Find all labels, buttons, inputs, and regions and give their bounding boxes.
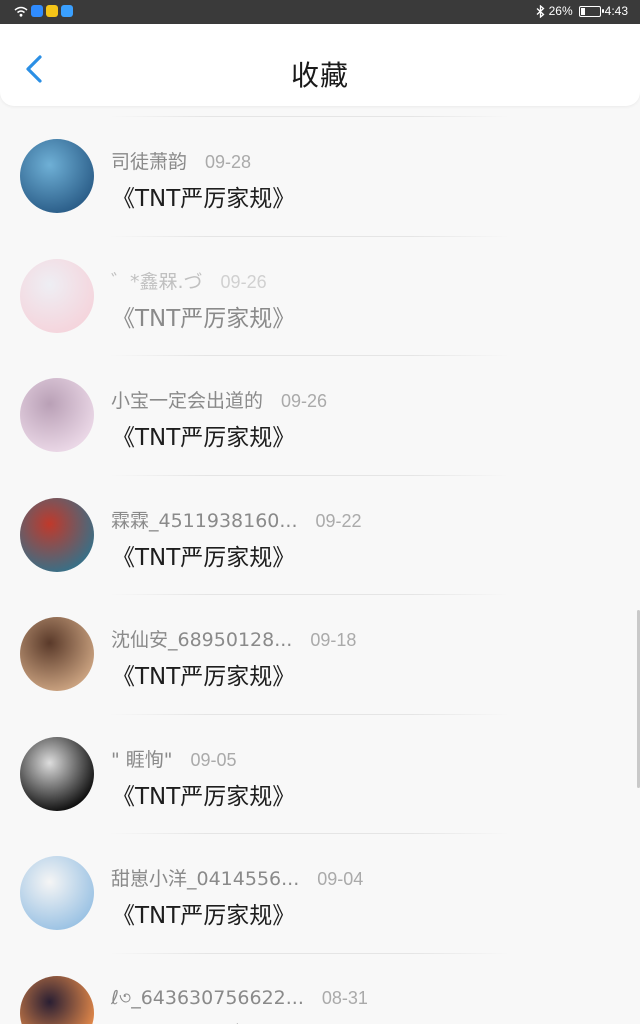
- user-name[interactable]: 甜崽小洋_0414556...: [111, 864, 299, 891]
- favorites-list: 司徒萧韵 09-28 《TNT严厉家规》 ゛*鑫槑.づ 09-26 《TNT严厉家规》 小宝…: [0, 116, 640, 1024]
- favorite-list-item[interactable]: 小宝一定会出道的 09-26 《TNT严厉家规》: [0, 356, 640, 475]
- bluetooth-icon: [536, 4, 545, 18]
- clock: 4:43: [604, 4, 628, 18]
- user-name[interactable]: 小宝一定会出道的: [111, 386, 263, 413]
- avatar[interactable]: [20, 497, 94, 572]
- avatar[interactable]: [20, 736, 94, 811]
- favorite-list-item[interactable]: 司徒萧韵 09-28 《TNT严厉家规》: [0, 117, 640, 236]
- book-title[interactable]: 《TNT严厉家规》: [112, 418, 295, 452]
- favorite-date: 09-26: [281, 391, 328, 411]
- book-title[interactable]: 《TNT严厉家规》: [112, 299, 295, 333]
- avatar[interactable]: [20, 856, 94, 930]
- item-meta: ℓ৩_643630756622... 08-31: [111, 984, 368, 1016]
- book-title[interactable]: 《TNT严厉家规》: [112, 1016, 295, 1024]
- status-bar: 26% 4:43: [0, 0, 640, 24]
- app-notification-icon: [31, 5, 43, 17]
- battery-icon: [578, 5, 604, 17]
- favorite-list-item[interactable]: ゛*鑫槑.づ 09-26 《TNT严厉家规》: [0, 237, 640, 356]
- favorite-list-item[interactable]: 甜崽小洋_0414556... 09-04 《TNT严厉家规》: [0, 834, 640, 953]
- favorite-list-item[interactable]: ℓ৩_643630756622... 08-31 《TNT严厉家规》: [0, 954, 640, 1024]
- page-title: 收藏: [290, 59, 349, 92]
- avatar[interactable]: [20, 378, 94, 452]
- book-title[interactable]: 《TNT严厉家规》: [112, 179, 295, 213]
- item-meta: 霖霖_4511938160... 09-22: [111, 506, 362, 533]
- avatar[interactable]: [20, 975, 94, 1024]
- book-title[interactable]: 《TNT严厉家规》: [112, 657, 295, 691]
- book-title[interactable]: 《TNT严厉家规》: [112, 538, 295, 572]
- item-meta: 司徒萧韵 09-28: [111, 147, 251, 174]
- user-name[interactable]: ゛*鑫槑.づ: [111, 267, 203, 294]
- item-meta: 小宝一定会出道的 09-26: [111, 386, 327, 413]
- app-header: 收藏: [0, 24, 640, 106]
- app-notification-icon: [46, 5, 58, 17]
- user-name[interactable]: 霖霖_4511938160...: [111, 506, 298, 533]
- favorite-date: 08-31: [321, 987, 368, 1008]
- avatar[interactable]: [20, 139, 94, 213]
- avatar[interactable]: [20, 617, 94, 691]
- book-title[interactable]: 《TNT严厉家规》: [112, 777, 295, 811]
- user-name[interactable]: ℓ৩_643630756622...: [111, 984, 304, 1016]
- favorite-date: 09-28: [205, 152, 252, 172]
- favorite-date: 09-04: [317, 869, 364, 889]
- item-meta: ゛*鑫槑.づ 09-26: [111, 267, 267, 294]
- favorite-date: 09-26: [220, 271, 267, 292]
- battery-percentage: 26%: [548, 4, 573, 18]
- favorite-list-item[interactable]: 霖霖_4511938160... 09-22 《TNT严厉家规》: [0, 476, 640, 595]
- status-icons-right: 26% 4:43: [536, 4, 628, 18]
- favorite-date: 09-18: [310, 630, 357, 650]
- favorite-list-item[interactable]: 沈仙安_68950128... 09-18 《TNT严厉家规》: [0, 595, 640, 714]
- user-name[interactable]: 沈仙安_68950128...: [111, 625, 292, 652]
- wifi-icon: [14, 6, 28, 17]
- cloud-icon: [61, 5, 73, 17]
- item-meta: " 睚恂" 09-05: [111, 745, 237, 772]
- avatar[interactable]: [20, 258, 94, 333]
- favorite-date: 09-05: [190, 749, 237, 770]
- item-meta: 沈仙安_68950128... 09-18: [111, 625, 356, 652]
- favorite-list-item[interactable]: " 睚恂" 09-05 《TNT严厉家规》: [0, 715, 640, 834]
- user-name[interactable]: 司徒萧韵: [111, 147, 187, 174]
- user-name[interactable]: " 睚恂": [111, 745, 173, 772]
- battery-level: [580, 7, 586, 15]
- status-icons-left: [14, 5, 73, 17]
- favorite-date: 09-22: [315, 510, 362, 531]
- item-meta: 甜崽小洋_0414556... 09-04: [111, 864, 363, 891]
- book-title[interactable]: 《TNT严厉家规》: [112, 896, 295, 930]
